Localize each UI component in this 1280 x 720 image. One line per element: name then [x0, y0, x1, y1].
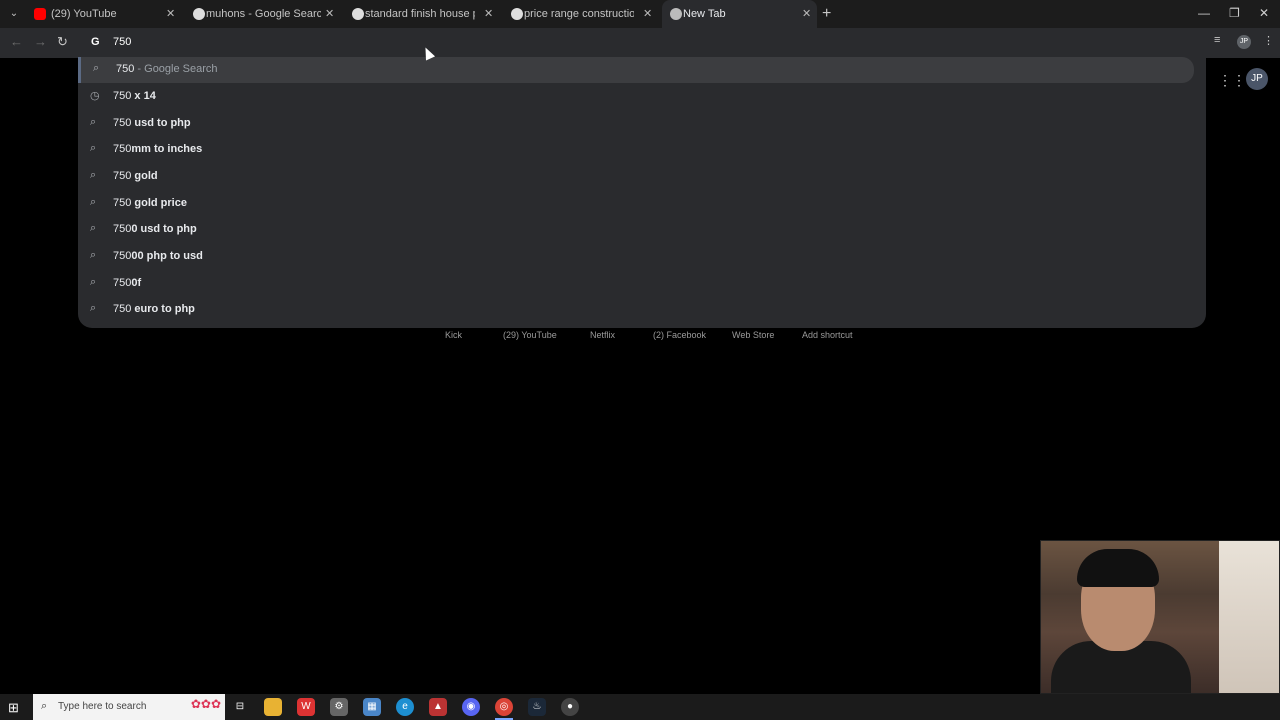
suggestion-item[interactable]: ⌕ 7500 usd to php [78, 217, 1194, 243]
steam-icon[interactable]: ♨ [528, 698, 546, 716]
add-shortcut-button[interactable]: Add shortcut [802, 330, 853, 340]
close-icon[interactable]: ✕ [325, 7, 334, 20]
suggestion-text: 750 x 14 [113, 90, 156, 102]
edge-icon[interactable]: e [396, 698, 414, 716]
chrome-icon[interactable]: ◎ [495, 698, 513, 716]
youtube-icon [34, 8, 46, 20]
minimize-icon[interactable]: — [1198, 6, 1210, 20]
suggestion-text: 750 gold price [113, 197, 187, 209]
suggestion-text: 750 gold [113, 170, 158, 182]
suggestion-text: 7500f [113, 277, 142, 289]
tab-strip: ⌄ (29) YouTube ✕ muhons - Google Search … [0, 0, 1280, 28]
file-explorer-icon[interactable] [264, 698, 282, 716]
suggestion-text: 750mm to inches [113, 143, 203, 155]
wps-office-icon[interactable]: W [297, 698, 315, 716]
person-hair [1077, 549, 1159, 587]
tab-youtube[interactable]: (29) YouTube ✕ [26, 0, 181, 28]
address-input[interactable]: 750 [113, 36, 131, 48]
task-view-icon[interactable]: ⊟ [231, 698, 249, 716]
close-icon[interactable]: ✕ [643, 7, 652, 20]
account-avatar[interactable]: JP [1246, 68, 1268, 90]
search-icon: ⌕ [90, 276, 97, 288]
history-icon: ◷ [90, 90, 100, 102]
taskbar-search-box[interactable]: ⌕ Type here to search ✿✿✿ [33, 694, 225, 720]
suggestion-text: 75000 php to usd [113, 250, 203, 262]
suggestion-item[interactable]: ⌕ 750 usd to php [78, 111, 1194, 137]
profile-avatar[interactable]: JP [1237, 35, 1251, 49]
suggestion-item[interactable]: ⌕ 750 - Google Search [78, 57, 1194, 83]
search-icon: ⌕ [90, 169, 97, 181]
menu-icon[interactable]: ⋮ [1263, 34, 1274, 47]
close-icon[interactable]: ✕ [802, 7, 811, 20]
suggestion-text: 750 euro to php [113, 303, 195, 315]
close-icon[interactable]: ✕ [484, 7, 493, 20]
chrome-icon [670, 8, 682, 20]
back-icon[interactable]: ← [10, 34, 23, 49]
discord-icon[interactable]: ◉ [462, 698, 480, 716]
search-icon: ⌕ [90, 222, 97, 234]
calculator-icon[interactable]: ▦ [363, 698, 381, 716]
google-icon [352, 8, 364, 20]
suggestion-item[interactable]: ⌕ 750 euro to php [78, 297, 1194, 323]
tab-standard-finish[interactable]: standard finish house philippin ✕ [344, 0, 499, 28]
suggestion-item[interactable]: ⌕ 7500f [78, 271, 1194, 297]
tab-title: standard finish house philippin [365, 8, 475, 20]
search-icon: ⌕ [90, 249, 97, 261]
tab-title: muhons - Google Search [206, 8, 321, 20]
google-icon: G [91, 36, 100, 48]
suggestion-item[interactable]: ⌕ 750 gold [78, 164, 1194, 190]
close-icon[interactable]: ✕ [166, 7, 175, 20]
tab-new-tab[interactable]: New Tab ✕ [662, 0, 817, 28]
tab-search-icon[interactable]: ⌄ [6, 6, 22, 22]
game-launcher-icon[interactable]: ▲ [429, 698, 447, 716]
close-window-icon[interactable]: ✕ [1259, 6, 1269, 20]
search-highlight-icon: ✿✿✿ [190, 697, 221, 711]
search-icon: ⌕ [90, 302, 97, 314]
search-icon: ⌕ [90, 116, 97, 128]
search-icon: ⌕ [90, 196, 97, 208]
suggestion-text: 750 - Google Search [116, 63, 218, 75]
tab-title: New Tab [683, 8, 726, 20]
shortcut-facebook[interactable]: (2) Facebook [653, 330, 706, 340]
shortcut-kick[interactable]: Kick [445, 330, 462, 340]
tab-title: (29) YouTube [51, 8, 117, 20]
search-icon: ⌕ [90, 142, 97, 154]
windows-taskbar: ⊞ ⌕ Type here to search ✿✿✿ ⊟ W ⚙ ▦ e ▲ … [0, 694, 1280, 720]
tab-price-range[interactable]: price range construction philipp ✕ [503, 0, 658, 28]
suggestion-text: 7500 usd to php [113, 223, 197, 235]
obs-icon[interactable]: ● [561, 698, 579, 716]
search-icon: ⌕ [93, 62, 100, 74]
suggestion-item[interactable]: ⌕ 750 gold price [78, 191, 1194, 217]
window-light [1219, 541, 1279, 693]
suggestion-item[interactable]: ⌕ 750mm to inches [78, 137, 1194, 163]
tab-title: price range construction philipp [524, 8, 634, 20]
windows-start-icon[interactable]: ⊞ [8, 700, 19, 716]
google-icon [511, 8, 523, 20]
suggestion-item[interactable]: ⌕ 75000 php to usd [78, 244, 1194, 270]
taskbar-search-placeholder: Type here to search [58, 701, 147, 712]
reading-list-icon[interactable]: ≡ [1214, 34, 1220, 46]
restore-icon[interactable]: ❐ [1229, 6, 1240, 20]
forward-icon[interactable]: → [34, 34, 47, 49]
reload-icon[interactable]: ↻ [57, 34, 68, 50]
tab-muhons[interactable]: muhons - Google Search ✕ [185, 0, 340, 28]
webcam-overlay [1040, 540, 1280, 694]
shortcut-netflix[interactable]: Netflix [590, 330, 615, 340]
shortcut-youtube[interactable]: (29) YouTube [503, 330, 557, 340]
shortcut-web-store[interactable]: Web Store [732, 330, 774, 340]
google-icon [193, 8, 205, 20]
suggestion-item[interactable]: ◷ 750 x 14 [78, 84, 1194, 110]
search-icon: ⌕ [41, 700, 48, 712]
suggestion-text: 750 usd to php [113, 117, 191, 129]
settings-app-icon[interactable]: ⚙ [330, 698, 348, 716]
new-tab-button[interactable]: + [822, 5, 831, 23]
